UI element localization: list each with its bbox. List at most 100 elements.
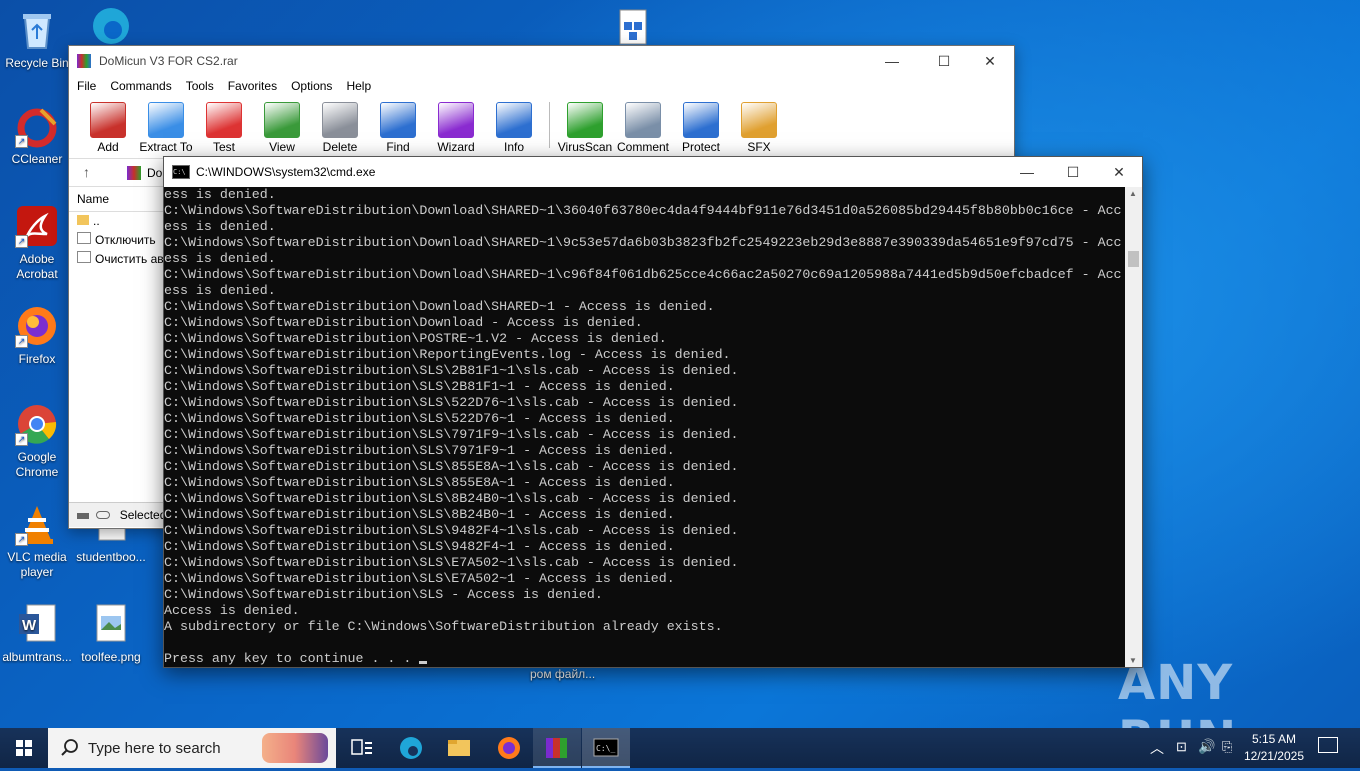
trash-icon xyxy=(322,102,358,138)
desktop-icon-vlc[interactable]: ↗ VLC media player xyxy=(0,502,74,580)
desktop-icon-recycle-bin[interactable]: Recycle Bin xyxy=(0,8,74,71)
desktop-icon-chrome[interactable]: ↗ Google Chrome xyxy=(0,402,74,480)
console-line-text: C:\Windows\SoftwareDistribution\SLS\9482… xyxy=(164,523,739,538)
console-line: C:\Windows\SoftwareDistribution\Download… xyxy=(164,315,1124,331)
console-line-text: C:\Windows\SoftwareDistribution\SLS\2B81… xyxy=(164,379,675,394)
minimize-button[interactable]: — xyxy=(869,46,915,76)
menu-file[interactable]: File xyxy=(77,79,96,93)
winrar-title: DoMicun V3 FOR CS2.rar xyxy=(99,54,238,68)
console-output[interactable]: ess is denied. C:\Windows\SoftwareDistrib… xyxy=(164,187,1124,667)
toolbar-button-view[interactable]: View xyxy=(253,102,311,154)
console-line-text: C:\Windows\SoftwareDistribution\SLS\855E… xyxy=(164,475,675,490)
console-line-text: Press any key to continue . . . xyxy=(164,651,420,666)
task-view-button[interactable] xyxy=(338,728,386,768)
toolbar-button-wizard[interactable]: Wizard xyxy=(427,102,485,154)
console-line: C:\Windows\SoftwareDistribution\SLS\7971… xyxy=(164,443,1124,459)
drive-icon xyxy=(77,513,89,519)
scrollbar[interactable]: ▲ ▼ xyxy=(1125,187,1142,667)
console-line-text: C:\Windows\SoftwareDistribution\Reportin… xyxy=(164,347,731,362)
ime-icon[interactable]: ⎘ xyxy=(1222,739,1232,755)
console-line-text: C:\Windows\SoftwareDistribution\SLS\E7A5… xyxy=(164,555,739,570)
key-icon xyxy=(96,511,111,519)
desktop-icon-toolfee[interactable]: toolfee.png xyxy=(74,602,148,665)
taskbar-winrar[interactable] xyxy=(533,728,581,768)
toolbar-button-label: VirusScan xyxy=(557,140,613,154)
search-placeholder: Type here to search xyxy=(88,740,221,757)
taskbar-cmd[interactable]: C:\_ xyxy=(582,728,630,768)
desktop-icon-adobe-acrobat[interactable]: ↗ Adobe Acrobat xyxy=(0,204,74,282)
ccleaner-icon: ↗ xyxy=(15,104,59,148)
menu-favorites[interactable]: Favorites xyxy=(228,79,277,93)
address-text[interactable]: Do xyxy=(147,166,162,180)
desktop-icon-ccleaner[interactable]: ↗ CCleaner xyxy=(0,104,74,167)
console-line-text: C:\Windows\SoftwareDistribution\SLS\7971… xyxy=(164,427,739,442)
maximize-button[interactable]: ☐ xyxy=(921,46,967,76)
minimize-button[interactable]: — xyxy=(1004,157,1050,187)
list-item[interactable]: Отключить xyxy=(69,231,163,250)
console-line: ess is denied. xyxy=(164,251,1124,267)
taskbar-search[interactable]: Type here to search xyxy=(48,728,336,768)
toolbar-button-test[interactable]: Test xyxy=(195,102,253,154)
sfx-box-icon xyxy=(741,102,777,138)
status-bar: Selected xyxy=(69,502,163,527)
maximize-button[interactable]: ☐ xyxy=(1050,157,1096,187)
toolbar-button-delete[interactable]: Delete xyxy=(311,102,369,154)
console-line: A subdirectory or file C:\Windows\Softwa… xyxy=(164,619,1124,635)
console-line-text: C:\Windows\SoftwareDistribution\Download… xyxy=(164,315,643,330)
taskbar-clock[interactable]: 5:15 AM 12/21/2025 xyxy=(1244,731,1304,765)
menu-options[interactable]: Options xyxy=(291,79,332,93)
toolbar-button-find[interactable]: Find xyxy=(369,102,427,154)
taskbar-firefox[interactable] xyxy=(485,728,533,768)
toolbar-button-info[interactable]: Info xyxy=(485,102,543,154)
toolbar-button-virusscan[interactable]: VirusScan xyxy=(556,102,614,154)
comment-icon xyxy=(625,102,661,138)
winrar-menubar: File Commands Tools Favorites Options He… xyxy=(69,76,1014,96)
close-button[interactable]: ✕ xyxy=(1096,157,1142,187)
start-button[interactable] xyxy=(0,728,48,768)
volume-icon[interactable]: 🔊 xyxy=(1198,738,1215,755)
console-line: C:\Windows\SoftwareDistribution\SLS\E7A5… xyxy=(164,571,1124,587)
taskbar-edge[interactable] xyxy=(387,728,435,768)
toolbar-button-label: View xyxy=(269,140,295,154)
list-item[interactable]: Очистить авт xyxy=(69,250,163,269)
cmd-titlebar[interactable]: C:\ C:\WINDOWS\system32\cmd.exe — ☐ ✕ xyxy=(164,157,1142,187)
file-list: Name .. Отключить Очистить авт xyxy=(69,186,163,503)
desktop-icon-label: albumtrans... xyxy=(2,650,72,664)
desktop-icon-label: toolfee.png xyxy=(81,650,141,664)
list-item-label: Отключить xyxy=(95,233,156,247)
up-arrow-icon[interactable]: ↑ xyxy=(83,164,90,180)
cmd-window[interactable]: C:\ C:\WINDOWS\system32\cmd.exe — ☐ ✕ es… xyxy=(163,156,1143,668)
desktop-icon-firefox[interactable]: ↗ Firefox xyxy=(0,304,74,367)
toolbar-button-label: Wizard xyxy=(437,140,475,154)
toolbar-button-add[interactable]: Add xyxy=(79,102,137,154)
extract-folder-icon xyxy=(148,102,184,138)
svg-text:W: W xyxy=(22,617,37,634)
desktop-icon-label: Firefox xyxy=(18,352,56,366)
list-item[interactable]: .. xyxy=(69,212,163,231)
toolbar-button-label: Test xyxy=(212,140,235,154)
console-line-text: C:\Windows\SoftwareDistribution\SLS\522D… xyxy=(164,411,675,426)
scroll-down-arrow-icon[interactable]: ▼ xyxy=(1129,656,1137,665)
toolbar-button-sfx[interactable]: SFX xyxy=(730,102,788,154)
toolbar-button-extract-to[interactable]: Extract To xyxy=(137,102,195,154)
file-icon xyxy=(77,251,91,263)
toolbar-button-comment[interactable]: Comment xyxy=(614,102,672,154)
notification-icon[interactable] xyxy=(1318,737,1338,753)
menu-tools[interactable]: Tools xyxy=(186,79,214,93)
desktop-icon-albumtrans[interactable]: W albumtrans... xyxy=(0,602,74,665)
toolbar-button-label: Comment xyxy=(616,140,669,154)
toolbar-button-protect[interactable]: Protect xyxy=(672,102,730,154)
menu-commands[interactable]: Commands xyxy=(110,79,171,93)
taskbar: Type here to search C:\_ ︿ ⊡ 🔊 ⎘ 5:15 AM… xyxy=(0,728,1360,768)
console-line-text: C:\Windows\SoftwareDistribution\SLS\2B81… xyxy=(164,363,739,378)
winrar-titlebar[interactable]: DoMicun V3 FOR CS2.rar — ☐ ✕ xyxy=(69,46,1014,76)
menu-help[interactable]: Help xyxy=(346,79,371,93)
column-header-name[interactable]: Name xyxy=(69,187,163,212)
show-hidden-icons-button[interactable]: ︿ xyxy=(1150,738,1164,758)
status-text: Selected xyxy=(119,508,163,522)
network-icon[interactable]: ⊡ xyxy=(1176,739,1187,755)
scrollbar-thumb[interactable] xyxy=(1128,251,1139,267)
taskbar-file-explorer[interactable] xyxy=(435,728,483,768)
close-button[interactable]: ✕ xyxy=(967,46,1013,76)
scroll-up-arrow-icon[interactable]: ▲ xyxy=(1129,189,1137,198)
